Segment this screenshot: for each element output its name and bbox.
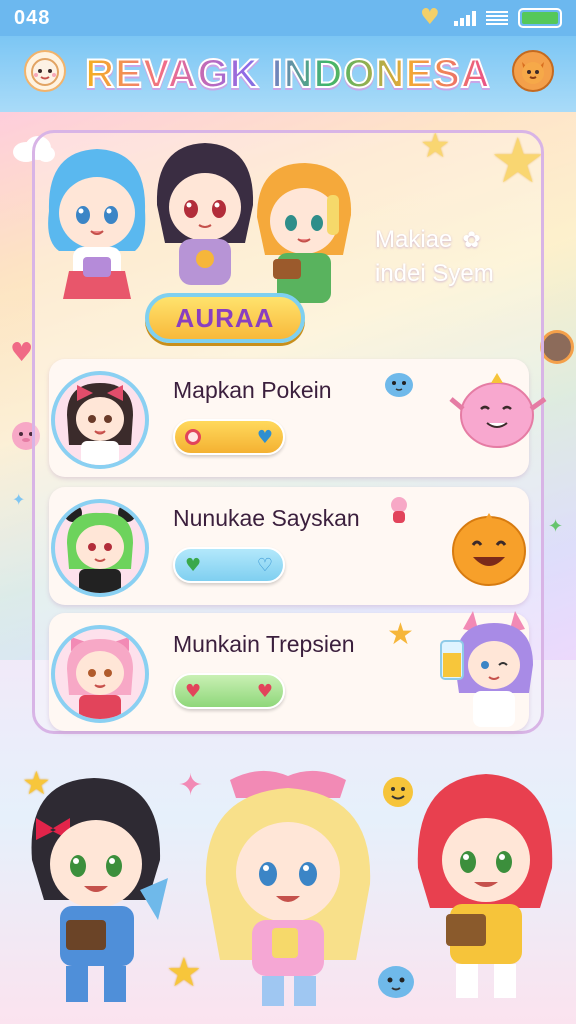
clover-icon: ✿ — [462, 227, 481, 252]
heart-icon: ♥ — [256, 426, 273, 448]
list-item[interactable]: Nunukae Sayskan ♥ ♡ — [49, 487, 529, 605]
status-bar: 048 ♥ — [0, 0, 576, 36]
hero-caption-line2: indei Syem — [375, 260, 494, 287]
heart-icon: ♥ — [185, 554, 202, 576]
record-icon — [185, 429, 201, 445]
avatar[interactable] — [51, 371, 149, 469]
juice-glass-icon — [437, 637, 467, 687]
aura-badge-label: AURAA — [175, 302, 275, 333]
pink-blob-icon — [441, 369, 551, 473]
status-time: 048 — [14, 6, 51, 29]
avatar[interactable] — [51, 625, 149, 723]
aura-badge-button[interactable]: AURAA — [145, 293, 305, 343]
bottom-character-black-hair[interactable] — [22, 760, 172, 1010]
smile-blob-icon — [447, 505, 531, 593]
list-item-name: Mapkan Pokein — [173, 377, 332, 403]
status-icons: ♥ — [420, 7, 562, 29]
fairy-icon — [381, 491, 417, 531]
star-smile-icon: ★ — [387, 617, 414, 652]
sparkle-icon — [540, 330, 574, 364]
heart-icon: ♡ — [256, 554, 273, 576]
hero-area: AURAA Makiae ✿ indei Syem — [35, 133, 541, 353]
hero-character-blue[interactable] — [39, 141, 155, 311]
heart-icon: ♥ — [256, 680, 273, 702]
bottom-characters: ★ ★ ✦ — [0, 740, 576, 1024]
app-header: REVAGK INDONESA — [0, 36, 576, 112]
hero-character-dark[interactable] — [149, 135, 261, 305]
main-panel: AURAA Makiae ✿ indei Syem Mapkan Pokein ♥ — [32, 130, 547, 734]
heart-icon: ♥ — [185, 680, 202, 702]
battery-icon — [518, 8, 562, 28]
list-item-name: Munkain Trepsien — [173, 631, 355, 657]
blue-bird-icon — [379, 363, 419, 407]
hero-caption-line1: Makiae — [375, 226, 453, 253]
hero-caption: Makiae ✿ indei Syem — [375, 223, 545, 291]
list-item-name: Nunukae Sayskan — [173, 505, 360, 531]
signal-icon — [454, 10, 476, 26]
app-title: REVAGK INDONESA — [84, 51, 491, 97]
status-pill[interactable]: ♥ — [173, 419, 285, 455]
bottom-character-blonde[interactable] — [200, 764, 376, 1014]
sheep-mascot-icon[interactable] — [24, 50, 66, 92]
blue-star-icon: ✦ — [12, 490, 26, 509]
cat-mascot-icon[interactable] — [512, 50, 554, 92]
wifi-icon — [486, 11, 508, 25]
avatar[interactable] — [51, 499, 149, 597]
list-item[interactable]: Munkain Trepsien ♥ ♥ ★ — [49, 611, 533, 731]
heart-badge-icon: ♥ — [420, 5, 440, 30]
heart-icon: ♥ — [10, 338, 34, 368]
bottom-character-red-hair[interactable] — [410, 758, 560, 1008]
list-item[interactable]: Mapkan Pokein ♥ — [49, 359, 547, 477]
status-pill[interactable]: ♥ ♥ — [173, 673, 285, 709]
status-pill[interactable]: ♥ ♡ — [173, 547, 285, 583]
green-star-icon: ✦ — [548, 516, 564, 537]
